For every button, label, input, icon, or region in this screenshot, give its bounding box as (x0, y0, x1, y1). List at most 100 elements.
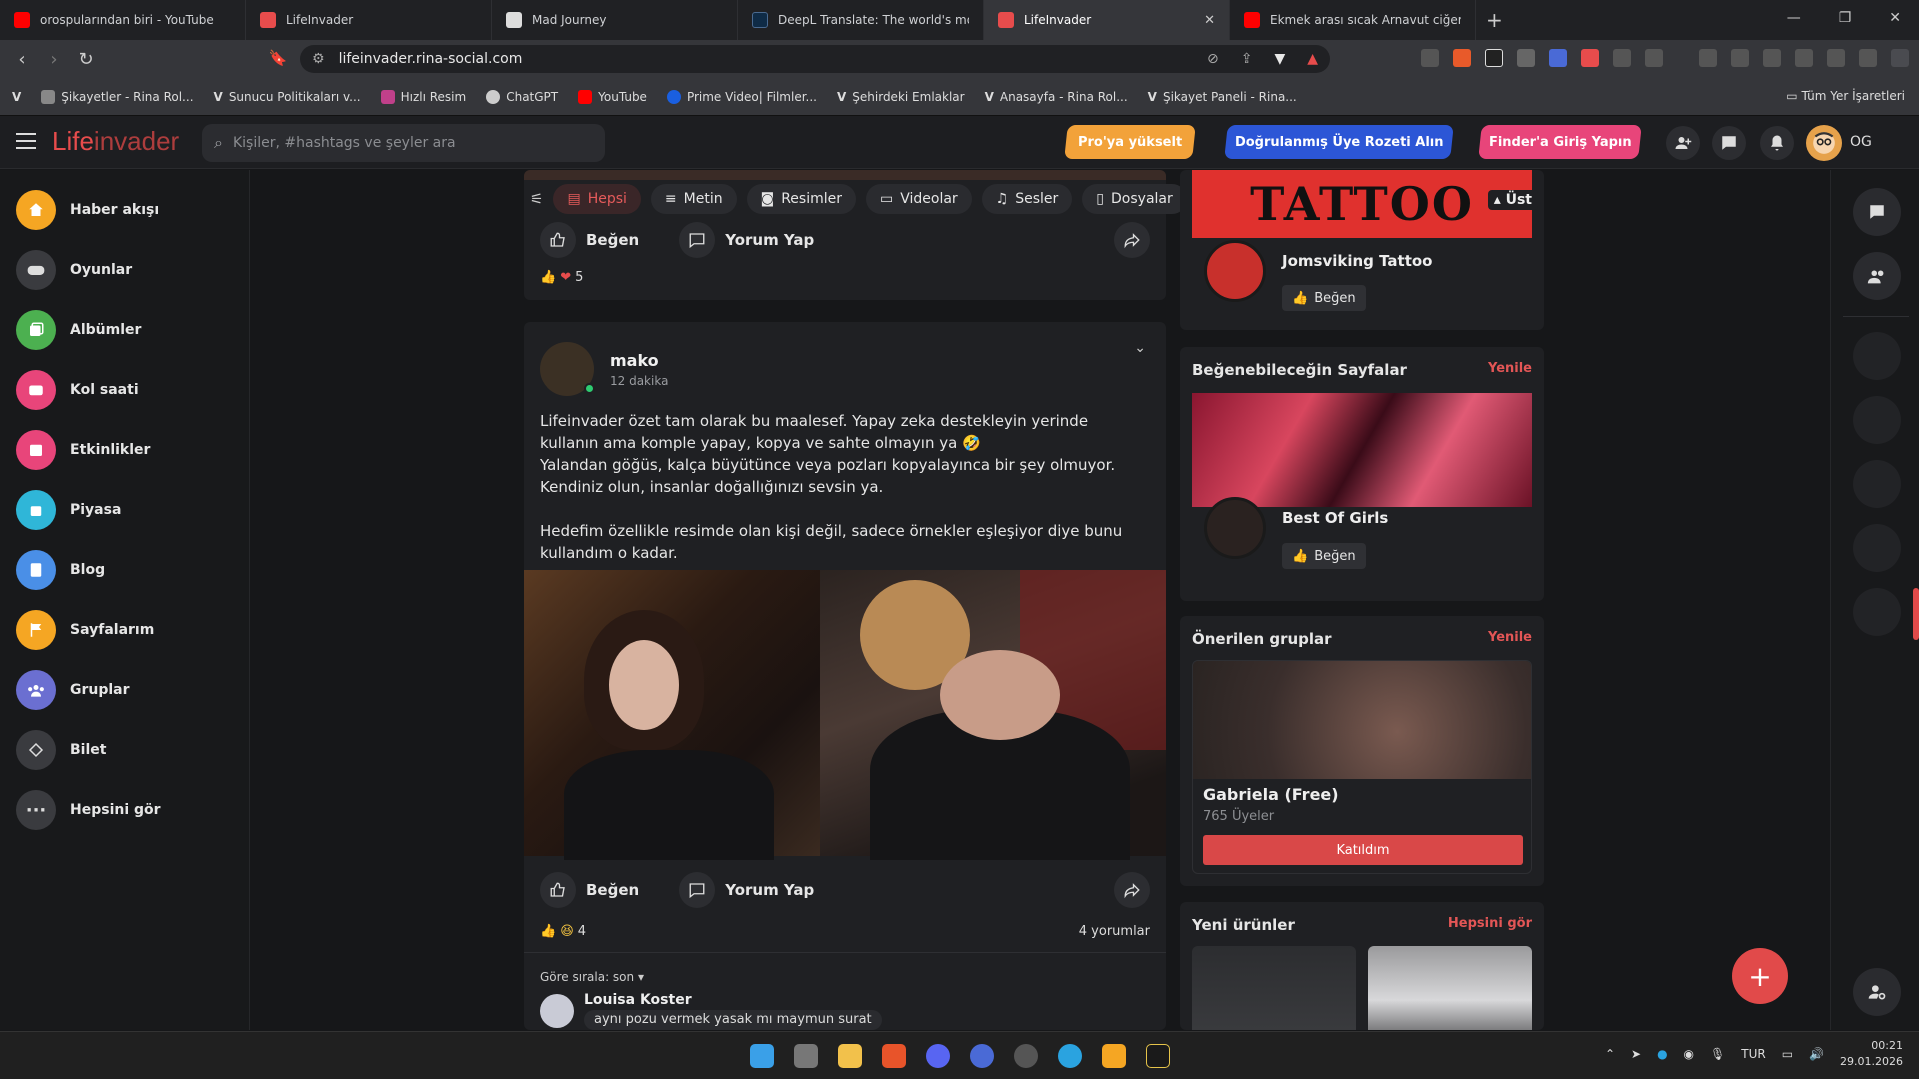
commenter-name[interactable]: Louisa Koster (584, 992, 692, 1008)
scroll-top-button[interactable]: ▴ Üst (1487, 190, 1538, 210)
notifications-icon[interactable] (1760, 126, 1794, 160)
post-image[interactable] (524, 570, 1166, 860)
extension-icon[interactable] (1485, 49, 1503, 67)
tray-expand-icon[interactable]: ⌃ (1605, 1047, 1615, 1061)
sidebar-item-groups[interactable]: Gruplar (16, 670, 130, 710)
sidebar-item-albums[interactable]: Albümler (16, 310, 141, 350)
clock[interactable]: 00:21 29.01.2026 (1840, 1038, 1903, 1070)
see-all-products-link[interactable]: Hepsini gör (1448, 916, 1532, 931)
like-page-button[interactable]: 👍 Beğen (1282, 543, 1366, 569)
download-icon[interactable] (1699, 49, 1717, 67)
scrollbar-thumb[interactable] (1913, 588, 1919, 640)
bookmark-item[interactable]: Prime Video| Filmler... (666, 89, 817, 104)
telegram-icon[interactable] (1058, 1044, 1082, 1068)
contact-avatar-placeholder[interactable] (1853, 524, 1901, 572)
forward-icon[interactable]: › (38, 49, 70, 70)
browser-tab[interactable]: DeepL Translate: The world's most ac (738, 0, 984, 40)
close-window-icon[interactable]: ✕ (1889, 10, 1901, 26)
restore-icon[interactable]: ❐ (1839, 10, 1852, 26)
browser-tab[interactable]: Ekmek arası sıcak Arnavut ciğeri 😍 # (1230, 0, 1476, 40)
language-indicator[interactable]: TUR (1741, 1047, 1765, 1061)
filter-videos[interactable]: ▭ Videolar (865, 184, 972, 214)
page-name[interactable]: Jomsviking Tattoo (1282, 252, 1433, 270)
group-chat-icon[interactable] (1853, 252, 1901, 300)
brave-browser-icon[interactable] (882, 1044, 906, 1068)
file-explorer-icon[interactable] (838, 1044, 862, 1068)
browser-tab[interactable]: orospularından biri - YouTube (0, 0, 246, 40)
microphone-icon[interactable]: 🎙 (1710, 1047, 1725, 1061)
chat-icon[interactable] (1853, 188, 1901, 236)
chevron-down-icon[interactable]: ⌄ (1134, 340, 1146, 356)
network-tray-icon[interactable]: ● (1657, 1047, 1667, 1061)
bookmark-item[interactable]: V (12, 90, 21, 104)
add-friend-icon[interactable] (1666, 126, 1700, 160)
find-people-icon[interactable] (1853, 968, 1901, 1016)
sidebar-item-blog[interactable]: Blog (16, 550, 105, 590)
share-icon[interactable]: ⇪ (1241, 51, 1253, 67)
post-time[interactable]: 12 dakika (610, 374, 668, 388)
vpn-icon[interactable] (1859, 49, 1877, 67)
comment-button[interactable]: Yorum Yap (679, 222, 814, 258)
author-avatar[interactable] (540, 342, 595, 396)
reaction-summary[interactable]: 👍 😆 4 (540, 924, 586, 939)
filter-files[interactable]: ▯ Dosyalar (1082, 184, 1187, 214)
site-logo[interactable]: Lifeinvader (52, 126, 179, 157)
bookmark-item[interactable]: V Anasayfa - Rina Rol... (985, 90, 1128, 104)
contact-avatar-placeholder[interactable] (1853, 332, 1901, 380)
back-icon[interactable]: ‹ (6, 49, 38, 70)
filter-settings-icon[interactable]: ⚟ (530, 190, 543, 208)
page-cover-image[interactable] (1192, 393, 1532, 507)
sidebar-item-my-pages[interactable]: Sayfalarım (16, 610, 154, 650)
extension-icon[interactable] (1645, 49, 1663, 67)
windows-start-icon[interactable] (750, 1044, 774, 1068)
discord-tray-icon[interactable]: ◉ (1684, 1047, 1694, 1061)
sidebar-item-events[interactable]: Etkinlikler (16, 430, 150, 470)
commenter-avatar[interactable] (540, 994, 574, 1028)
messages-icon[interactable] (1712, 126, 1746, 160)
sidebar-item-news-feed[interactable]: Haber akışı (16, 190, 159, 230)
brave-shield-icon[interactable]: ▼ (1274, 51, 1285, 67)
address-bar[interactable]: ⚙ lifeinvader.rina-social.com ⊘ ⇪ ▼ ▲ (300, 45, 1330, 73)
sidebar-item-ticket[interactable]: Bilet (16, 730, 106, 770)
page-name[interactable]: Best Of Girls (1282, 509, 1388, 527)
site-info-icon[interactable]: ⚙ (312, 51, 325, 67)
post-author[interactable]: mako (610, 351, 668, 370)
reaction-summary[interactable]: 👍 ❤ 5 (540, 270, 583, 285)
upgrade-pro-button[interactable]: Pro'ya yükselt (1064, 125, 1196, 159)
share-icon[interactable] (1114, 222, 1150, 258)
leo-icon[interactable] (1827, 49, 1845, 67)
page-avatar[interactable] (1204, 240, 1266, 302)
user-avatar[interactable] (1806, 125, 1842, 161)
bookmark-icon[interactable]: 🔖 (262, 49, 294, 67)
browser-tab-active[interactable]: LifeInvader ✕ (984, 0, 1230, 40)
sidebar-item-watch[interactable]: Kol saati (16, 370, 139, 410)
hamburger-icon[interactable] (16, 133, 36, 149)
display-icon[interactable]: ▭ (1782, 1047, 1793, 1061)
group-name[interactable]: Gabriela (Free) (1203, 785, 1339, 804)
filter-all[interactable]: ▤ Hepsi (553, 184, 641, 214)
steam-icon[interactable] (1014, 1044, 1038, 1068)
comments-count[interactable]: 4 yorumlar (1079, 924, 1150, 939)
new-tab-icon[interactable]: + (1486, 8, 1503, 32)
extension-icon[interactable] (1453, 49, 1471, 67)
bookmark-item[interactable]: V Şikayet Paneli - Rina... (1148, 90, 1297, 104)
bookmark-item[interactable]: V Şehirdeki Emlaklar (837, 90, 965, 104)
extension-icon[interactable] (1581, 49, 1599, 67)
extension-icon[interactable] (1421, 49, 1439, 67)
rewards-icon[interactable]: ▲ (1307, 51, 1318, 67)
product-item[interactable] (1192, 946, 1356, 1030)
discord-icon[interactable] (926, 1044, 950, 1068)
filter-sounds[interactable]: ♫ Sesler (981, 184, 1073, 214)
close-tab-icon[interactable]: ✕ (1204, 13, 1215, 28)
contact-avatar-placeholder[interactable] (1853, 460, 1901, 508)
like-button[interactable]: Beğen (540, 222, 639, 258)
refresh-pages-link[interactable]: Yenile (1488, 361, 1532, 376)
verified-badge-button[interactable]: Doğrulanmış Üye Rozeti Alın (1224, 125, 1454, 159)
filter-text[interactable]: ≡ Metin (650, 184, 737, 214)
user-initials[interactable]: OG (1850, 134, 1872, 150)
contact-avatar-placeholder[interactable] (1853, 396, 1901, 444)
bookmark-item[interactable]: V Sunucu Politikaları v... (214, 90, 361, 104)
filter-images[interactable]: ◙ Resimler (746, 184, 856, 214)
app-icon[interactable] (1102, 1044, 1126, 1068)
volume-icon[interactable]: 🔊 (1809, 1047, 1824, 1061)
